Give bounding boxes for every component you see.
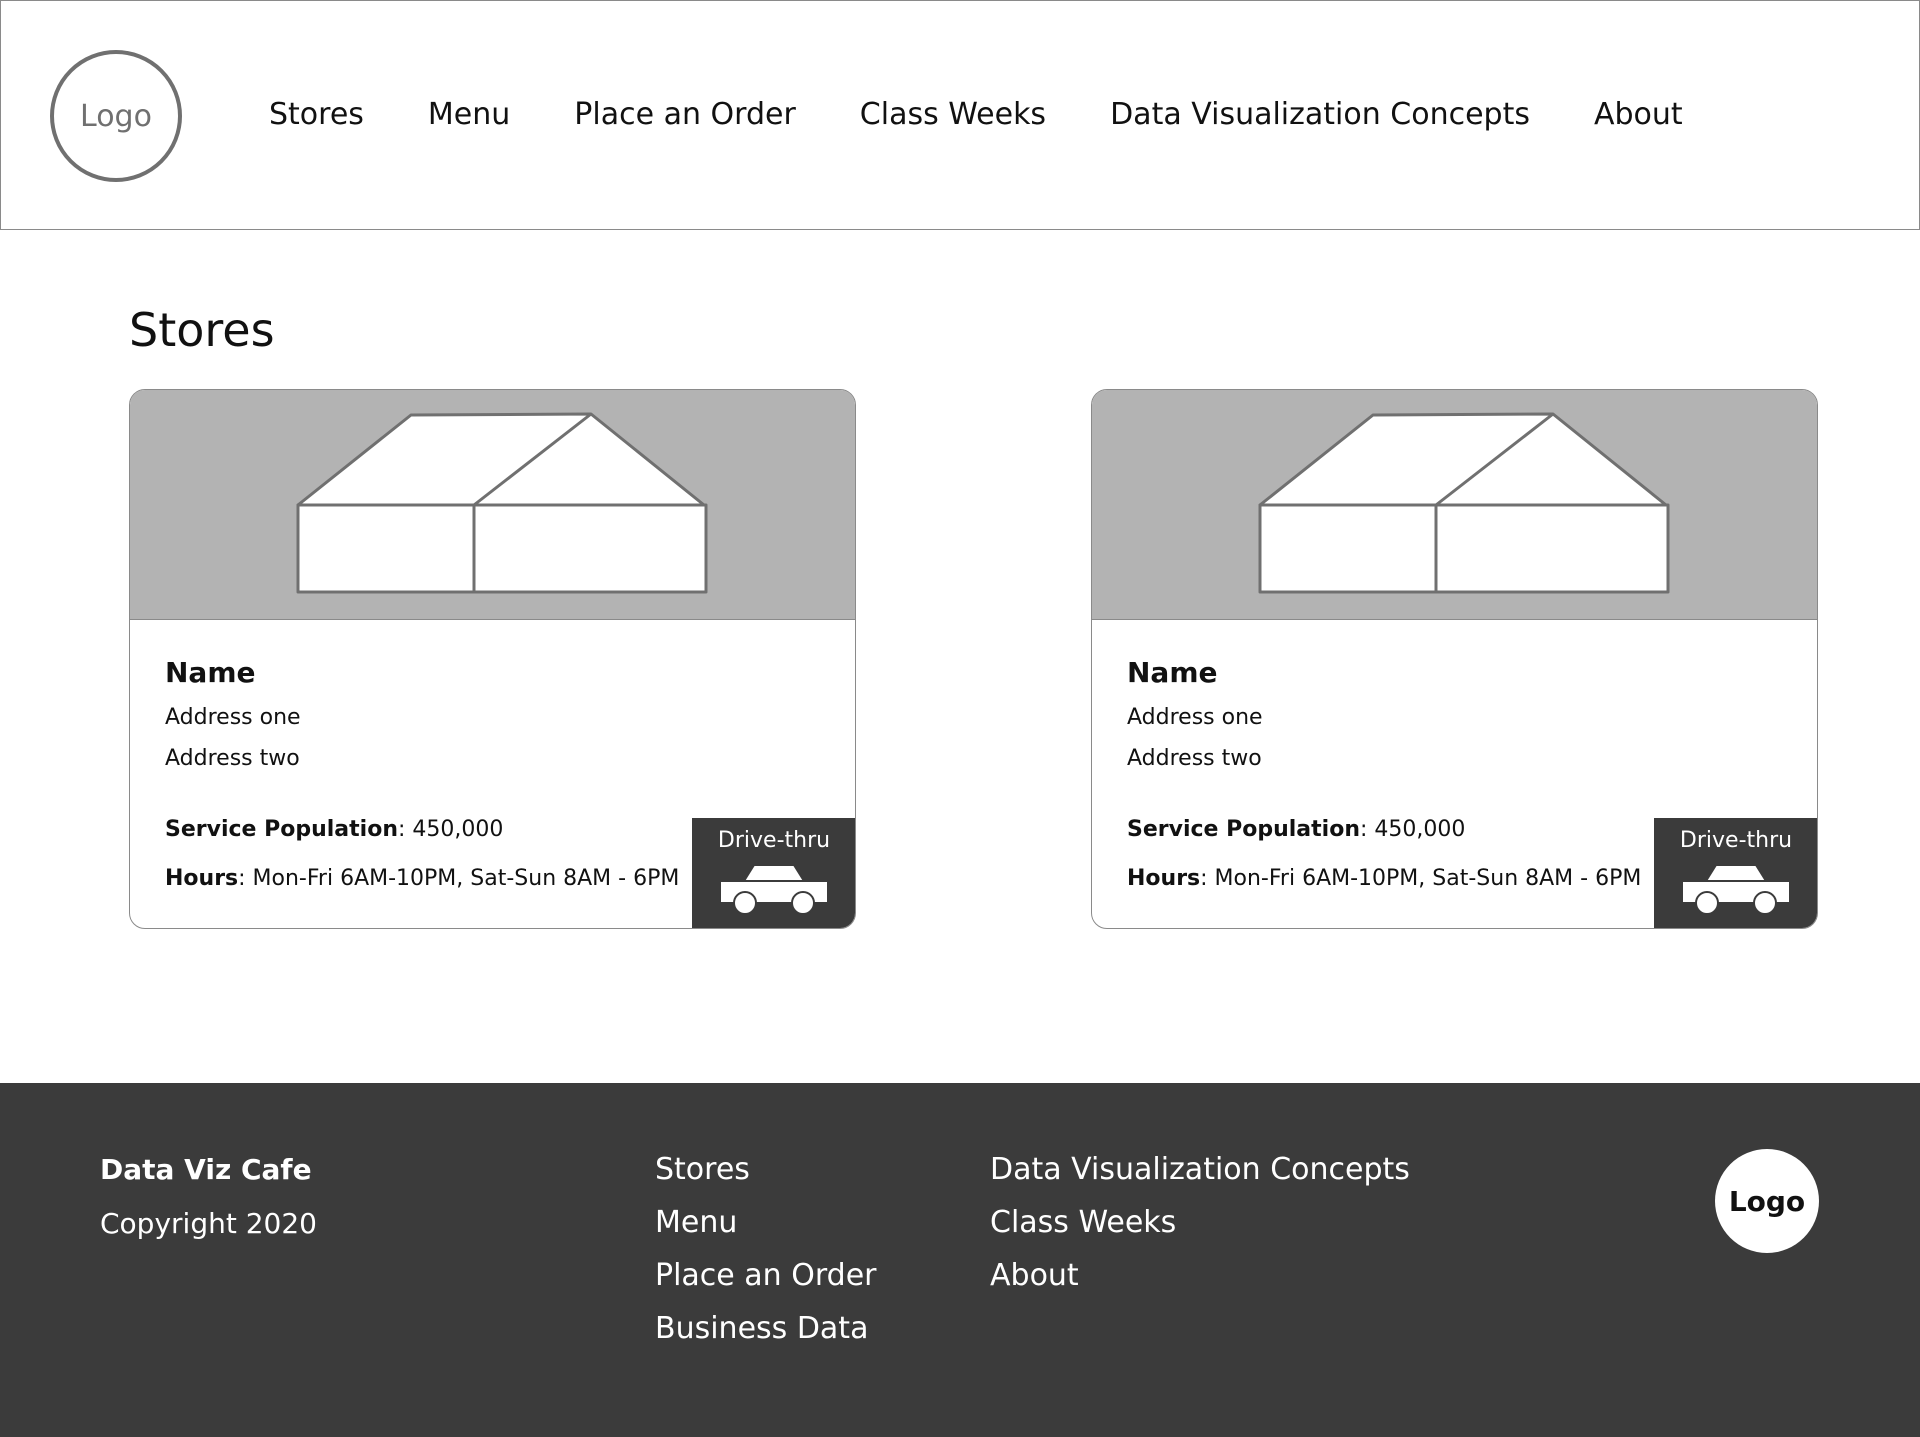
store-hours: Hours: Mon-Fri 6AM-10PM, Sat-Sun 8AM - 6… [165,863,679,895]
footer-link-data-visualization-concepts[interactable]: Data Visualization Concepts [990,1149,1410,1191]
footer-link-place-an-order[interactable]: Place an Order [655,1255,876,1297]
store-building-icon [1258,412,1670,594]
footer-brand: Data Viz Cafe [100,1153,312,1186]
drive-thru-badge: Drive-thru [692,818,855,928]
footer-link-menu[interactable]: Menu [655,1202,876,1244]
nav-item-data-visualization-concepts[interactable]: Data Visualization Concepts [1110,91,1530,139]
store-hours-value: : Mon-Fri 6AM-10PM, Sat-Sun 8AM - 6PM [238,866,680,891]
footer-logo-label: Logo [1728,1184,1806,1218]
nav-item-class-weeks[interactable]: Class Weeks [860,91,1046,139]
footer-link-business-data[interactable]: Business Data [655,1308,876,1350]
service-population: Service Population: 450,000 [165,814,503,846]
footer-link-about[interactable]: About [990,1255,1410,1297]
store-card[interactable]: Name Address one Address two Service Pop… [1091,389,1818,929]
header-logo-label: Logo [80,98,152,134]
store-address-one: Address one [165,705,301,730]
header-logo[interactable]: Logo [50,50,182,182]
store-card[interactable]: Name Address one Address two Service Pop… [129,389,856,929]
store-hours-value: : Mon-Fri 6AM-10PM, Sat-Sun 8AM - 6PM [1200,866,1642,891]
footer-copyright: Copyright 2020 [100,1207,317,1240]
footer-links-column-2: Data Visualization Concepts Class Weeks … [990,1149,1410,1297]
store-image [1092,390,1817,620]
store-building-icon [296,412,708,594]
nav-item-stores[interactable]: Stores [269,91,364,139]
store-address-one: Address one [1127,705,1263,730]
nav-item-menu[interactable]: Menu [428,91,510,139]
store-hours-label: Hours [165,866,239,891]
footer-link-stores[interactable]: Stores [655,1149,876,1191]
drive-thru-label: Drive-thru [1679,828,1793,853]
main-nav: Stores Menu Place an Order Class Weeks D… [269,91,1683,139]
site-header: Logo Stores Menu Place an Order Class We… [0,0,1920,230]
drive-thru-badge: Drive-thru [1654,818,1817,928]
store-hours-label: Hours [1127,866,1201,891]
store-name: Name [1127,656,1218,689]
footer-link-class-weeks[interactable]: Class Weeks [990,1202,1410,1244]
service-population-value: : 450,000 [398,817,504,842]
service-population-label: Service Population [165,817,398,842]
footer-links-column-1: Stores Menu Place an Order Business Data [655,1149,876,1350]
store-address-two: Address two [165,746,300,771]
car-icon [1682,864,1790,915]
store-hours: Hours: Mon-Fri 6AM-10PM, Sat-Sun 8AM - 6… [1127,863,1641,895]
drive-thru-label: Drive-thru [717,828,831,853]
nav-item-place-an-order[interactable]: Place an Order [574,91,795,139]
store-address-two: Address two [1127,746,1262,771]
service-population-label: Service Population [1127,817,1360,842]
site-footer: Data Viz Cafe Copyright 2020 Stores Menu… [0,1083,1920,1437]
footer-logo[interactable]: Logo [1715,1149,1819,1253]
service-population: Service Population: 450,000 [1127,814,1465,846]
service-population-value: : 450,000 [1360,817,1466,842]
store-image [130,390,855,620]
page-title: Stores [129,303,275,357]
nav-item-about[interactable]: About [1594,91,1683,139]
car-icon [720,864,828,915]
store-name: Name [165,656,256,689]
